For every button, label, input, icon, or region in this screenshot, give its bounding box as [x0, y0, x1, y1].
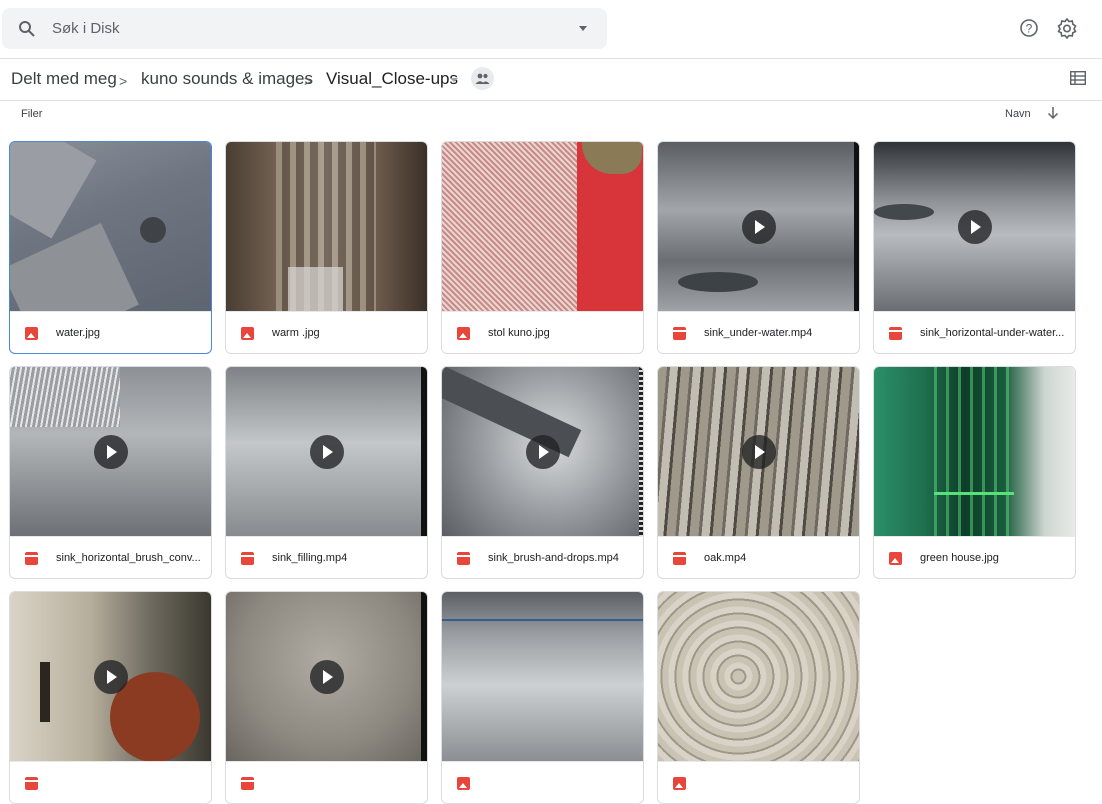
file-tile[interactable]: sink_under-water.mp4	[657, 141, 860, 354]
help-icon[interactable]: ?	[1019, 18, 1039, 43]
file-thumbnail[interactable]	[442, 367, 643, 536]
file-name: stol kuno.jpg	[488, 327, 550, 339]
breadcrumb-item-shared-with-me[interactable]: Delt med meg	[11, 69, 117, 89]
play-icon[interactable]	[310, 435, 344, 469]
file-thumbnail[interactable]	[442, 142, 643, 311]
play-icon[interactable]	[742, 435, 776, 469]
video-file-icon	[25, 552, 38, 565]
breadcrumb-separator: >	[119, 73, 128, 89]
file-name: water.jpg	[56, 327, 101, 339]
file-thumbnail[interactable]	[226, 592, 427, 761]
image-file-icon	[25, 327, 38, 340]
file-name: sink_horizontal_brush_conv...	[56, 552, 201, 564]
files-section-label: Filer	[21, 108, 43, 120]
play-icon[interactable]	[742, 210, 776, 244]
folder-menu-dropdown-icon[interactable]	[450, 78, 458, 82]
file-name: green house.jpg	[920, 552, 999, 564]
list-view-icon[interactable]	[1069, 70, 1087, 90]
settings-icon[interactable]	[1056, 17, 1078, 44]
file-thumbnail[interactable]	[442, 592, 643, 761]
file-thumbnail[interactable]	[658, 367, 859, 536]
image-file-icon	[889, 552, 902, 565]
file-tile[interactable]	[9, 591, 212, 804]
file-thumbnail[interactable]	[10, 367, 211, 536]
file-thumbnail[interactable]	[10, 142, 211, 311]
breadcrumb-separator: >	[304, 73, 313, 89]
play-icon[interactable]	[526, 435, 560, 469]
file-tile[interactable]: green house.jpg	[873, 366, 1076, 579]
top-bar: Søk i Disk ?	[0, 0, 1102, 59]
video-file-icon	[241, 552, 254, 565]
file-tile[interactable]	[225, 591, 428, 804]
file-thumbnail[interactable]	[226, 142, 427, 311]
image-file-icon	[457, 777, 470, 790]
file-thumbnail[interactable]	[874, 367, 1075, 536]
video-file-icon	[25, 777, 38, 790]
file-tile[interactable]	[657, 591, 860, 804]
file-thumbnail[interactable]	[658, 592, 859, 761]
search-options-dropdown-icon[interactable]	[579, 26, 587, 31]
file-tile[interactable]: warm .jpg	[225, 141, 428, 354]
breadcrumb: Delt med meg > kuno sounds & images > Vi…	[0, 58, 1102, 101]
video-file-icon	[889, 327, 902, 340]
file-tile[interactable]	[441, 591, 644, 804]
file-tile[interactable]: oak.mp4	[657, 366, 860, 579]
file-tile[interactable]: sink_horizontal_brush_conv...	[9, 366, 212, 579]
file-tile[interactable]: sink_horizontal-under-water...	[873, 141, 1076, 354]
play-icon[interactable]	[94, 435, 128, 469]
file-thumbnail[interactable]	[10, 592, 211, 761]
image-file-icon	[241, 327, 254, 340]
video-file-icon	[673, 552, 686, 565]
file-name: sink_under-water.mp4	[704, 327, 813, 339]
file-name: sink_filling.mp4	[272, 552, 348, 564]
file-name: sink_brush-and-drops.mp4	[488, 552, 619, 564]
play-icon[interactable]	[958, 210, 992, 244]
video-file-icon	[241, 777, 254, 790]
file-tile[interactable]: water.jpg	[9, 141, 212, 354]
file-name: sink_horizontal-under-water...	[920, 327, 1065, 339]
breadcrumb-item-current-folder[interactable]: Visual_Close-ups	[326, 69, 458, 89]
file-name: oak.mp4	[704, 552, 747, 564]
video-file-icon	[457, 552, 470, 565]
file-thumbnail[interactable]	[874, 142, 1075, 311]
search-input[interactable]: Søk i Disk	[52, 20, 120, 37]
breadcrumb-item-kuno-sounds[interactable]: kuno sounds & images	[141, 69, 313, 89]
file-name: warm .jpg	[272, 327, 320, 339]
file-tile[interactable]: sink_brush-and-drops.mp4	[441, 366, 644, 579]
file-tile[interactable]: stol kuno.jpg	[441, 141, 644, 354]
play-icon[interactable]	[94, 660, 128, 694]
sort-arrow-icon[interactable]	[1047, 106, 1059, 125]
file-tile[interactable]: sink_filling.mp4	[225, 366, 428, 579]
file-thumbnail[interactable]	[658, 142, 859, 311]
image-file-icon	[457, 327, 470, 340]
search-bar[interactable]: Søk i Disk	[2, 8, 607, 49]
svg-text:?: ?	[1026, 22, 1033, 36]
play-icon[interactable]	[310, 660, 344, 694]
shared-people-icon[interactable]	[471, 67, 494, 90]
image-file-icon	[673, 777, 686, 790]
search-icon[interactable]	[18, 20, 36, 43]
file-thumbnail[interactable]	[226, 367, 427, 536]
video-file-icon	[673, 327, 686, 340]
sort-by-name-button[interactable]: Navn	[1005, 108, 1031, 120]
